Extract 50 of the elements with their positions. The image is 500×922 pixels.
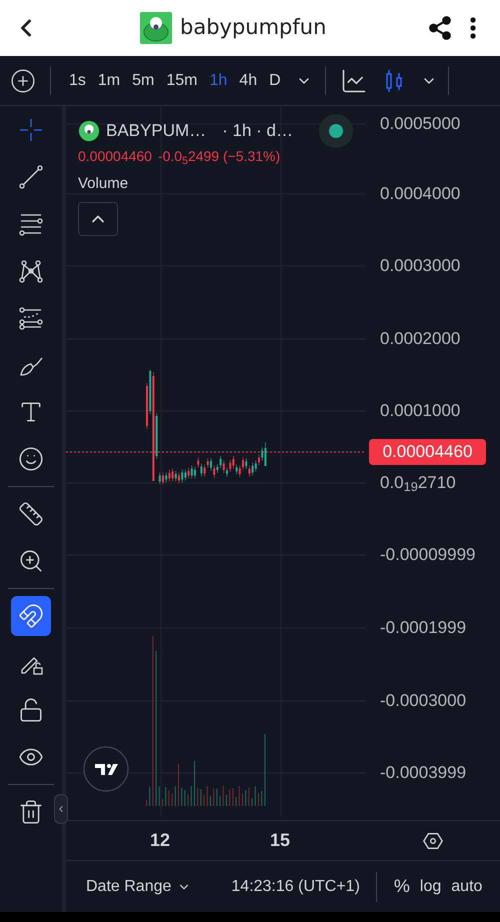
- scale-button[interactable]: log: [414, 874, 446, 898]
- price-label: 0.0003000: [380, 256, 460, 276]
- timeframe-tab[interactable]: 1s: [63, 68, 92, 92]
- tradingview-logo-icon: [83, 746, 129, 792]
- crosshair-icon: [18, 117, 44, 143]
- price-change: -0.0$_{5}$2499 (−5.31%): [158, 147, 280, 167]
- frog-logo-icon: [140, 12, 172, 44]
- pattern-icon: [18, 258, 44, 284]
- timeframe-tab[interactable]: 5m: [126, 68, 160, 92]
- price-label: -0.00009999: [380, 545, 476, 565]
- timeframe-tab[interactable]: 15m: [160, 68, 204, 92]
- timeframe-tab[interactable]: 4h: [233, 68, 264, 92]
- panel-toggle-button[interactable]: [54, 794, 68, 824]
- timeframe-tab[interactable]: 1m: [92, 68, 126, 92]
- time-label: 15: [270, 829, 290, 852]
- tool-button[interactable]: [11, 596, 51, 636]
- clock-time: 14:23:16 (UTC+1): [231, 876, 360, 896]
- price-label: 0.0$_{19}$2710: [380, 473, 456, 493]
- price-label: 0.0002000: [380, 329, 460, 349]
- interval-label: · 1h · d…: [222, 120, 293, 142]
- trash-icon: [18, 799, 44, 825]
- last-price: 0.00004460: [78, 147, 152, 166]
- collapse-button[interactable]: [78, 202, 118, 236]
- date-range-dropdown[interactable]: Date Range: [86, 874, 192, 898]
- volume-label: Volume: [78, 174, 130, 194]
- timeframe-tab[interactable]: 1h: [204, 68, 234, 92]
- plus-icon: [10, 68, 36, 94]
- zoom-in-icon: [18, 548, 44, 574]
- price-label: -0.0003999: [380, 763, 466, 783]
- current-price-badge: 0.00004460: [369, 439, 486, 465]
- unlock-icon: [18, 697, 44, 723]
- trend-line-icon: [18, 164, 44, 190]
- smiley-icon: [18, 446, 44, 472]
- price-label: -0.0003000: [380, 691, 466, 711]
- price-label: 0.0005000: [380, 114, 460, 134]
- forecast-icon: [18, 305, 44, 331]
- symbol-name: BABYPUM…: [106, 120, 206, 142]
- timeframe-tab[interactable]: D: [263, 68, 287, 92]
- scale-button[interactable]: auto: [446, 874, 488, 898]
- ruler-icon: [18, 501, 44, 527]
- price-label: 0.0004000: [380, 184, 460, 204]
- time-label: 12: [150, 829, 170, 852]
- price-label: 0.0001000: [380, 401, 460, 421]
- share-icon: [427, 15, 453, 41]
- token-logo-icon: [78, 120, 100, 142]
- scale-button[interactable]: %: [388, 873, 415, 900]
- price-label: -0.0001999: [380, 618, 466, 638]
- more-icon: [470, 17, 476, 39]
- app-title: babypumpfun: [180, 14, 326, 42]
- magnet-icon: [18, 603, 44, 629]
